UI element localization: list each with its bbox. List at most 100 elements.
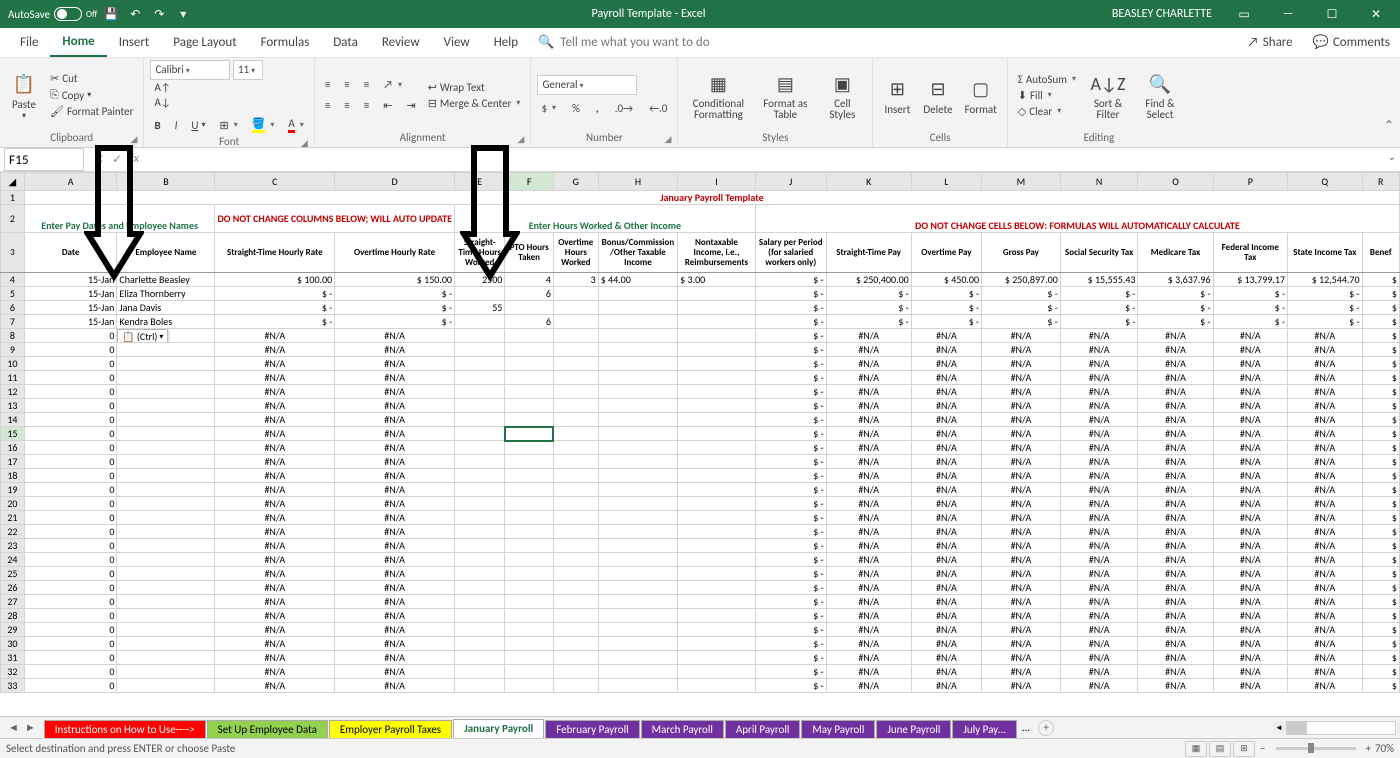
zoom-level[interactable]: 70% [1375,742,1394,755]
cell[interactable]: #N/A [1060,427,1138,441]
cell[interactable]: #N/A [826,399,911,413]
cell[interactable]: #N/A [826,539,911,553]
cell[interactable] [455,483,505,497]
cell[interactable]: $ - [982,287,1061,301]
cell[interactable]: $ - [982,315,1061,329]
cell[interactable]: $ - [1060,301,1138,315]
cell[interactable] [117,399,215,413]
sheet-tab-march[interactable]: March Payroll [641,720,724,738]
cell[interactable]: 0 [24,399,117,413]
cell[interactable]: #N/A [215,609,335,623]
cell[interactable]: $ - [1213,287,1288,301]
cell[interactable]: $ [1362,413,1399,427]
font-size-select[interactable]: 11 [233,60,263,80]
cell[interactable] [553,315,598,329]
cell[interactable]: #N/A [1213,399,1288,413]
col-header-R[interactable]: R [1362,173,1399,191]
cell[interactable] [505,427,554,441]
row-header[interactable]: 25 [1,567,25,581]
cell[interactable]: $ [1362,483,1399,497]
hdr-st-hours[interactable]: Straight-Time Hours Worked [455,233,505,273]
cell[interactable] [117,525,215,539]
cell[interactable]: $ - [755,371,826,385]
align-middle-icon[interactable]: ≡ [340,77,353,92]
decrease-font-icon[interactable]: A↓ [150,95,307,110]
cell[interactable]: #N/A [1060,497,1138,511]
cell[interactable] [678,483,756,497]
row-header[interactable]: 22 [1,525,25,539]
cell[interactable]: $ 3.00 [678,273,756,287]
cell[interactable] [598,357,677,371]
cell[interactable]: #N/A [1138,483,1213,497]
cell[interactable]: #N/A [1213,371,1288,385]
cell[interactable]: #N/A [1288,413,1363,427]
cell[interactable]: $ - [755,595,826,609]
cell[interactable] [455,427,505,441]
cell[interactable] [505,609,554,623]
cell[interactable]: $ [1362,595,1399,609]
cell[interactable]: #N/A [1288,511,1363,525]
cell[interactable]: #N/A [911,413,981,427]
cell[interactable]: #N/A [335,665,455,679]
cell[interactable] [598,539,677,553]
row-header[interactable]: 7 [1,315,25,329]
cell[interactable]: 6 [505,315,554,329]
cell[interactable] [598,595,677,609]
cell[interactable]: #N/A [335,483,455,497]
cell[interactable] [455,637,505,651]
cell[interactable]: #N/A [215,427,335,441]
sheet-tab-april[interactable]: April Payroll [725,720,801,738]
col-header-N[interactable]: N [1060,173,1138,191]
close-icon[interactable]: ✕ [1356,0,1396,28]
cell[interactable]: #N/A [1213,385,1288,399]
cell[interactable]: #N/A [335,455,455,469]
cell[interactable] [505,329,554,343]
cell[interactable]: 0 [24,329,117,343]
cell[interactable]: #N/A [982,581,1061,595]
cell[interactable]: #N/A [335,497,455,511]
fill-button[interactable]: ⬇Fill [1014,88,1080,103]
sheet-tab-february[interactable]: February Payroll [545,720,639,738]
cell[interactable]: #N/A [335,413,455,427]
font-name-select[interactable]: Calibri [150,60,230,80]
cell[interactable]: $ - [1288,287,1363,301]
cell[interactable]: $ - [755,329,826,343]
cell[interactable]: #N/A [1060,455,1138,469]
cell[interactable]: $ [1362,329,1399,343]
cell[interactable]: $ - [755,637,826,651]
cell[interactable] [678,679,756,693]
cell[interactable]: #N/A [335,623,455,637]
cell[interactable]: #N/A [1213,567,1288,581]
cell[interactable] [455,469,505,483]
currency-icon[interactable]: $ [537,101,560,116]
cell[interactable]: $ - [755,567,826,581]
cell[interactable]: #N/A [215,581,335,595]
cell[interactable] [598,427,677,441]
cell[interactable] [598,553,677,567]
cell[interactable]: $ - [755,525,826,539]
fill-color-button[interactable]: 🪣 [248,116,279,134]
tab-page-layout[interactable]: Page Layout [161,29,248,56]
row-header[interactable]: 4 [1,273,25,287]
cell[interactable]: $ 450.00 [911,273,981,287]
cell[interactable] [455,553,505,567]
cell[interactable]: #N/A [982,329,1061,343]
cell[interactable]: $ - [755,497,826,511]
cell[interactable]: 15-Jan [24,301,117,315]
cell[interactable] [455,651,505,665]
cell[interactable]: #N/A [215,357,335,371]
cell[interactable]: #N/A [1288,427,1363,441]
delete-cells-button[interactable]: ⊟Delete [919,73,956,118]
cell[interactable] [505,357,554,371]
cell[interactable] [117,665,215,679]
row-header[interactable]: 24 [1,553,25,567]
cell[interactable] [678,287,756,301]
cell[interactable] [553,357,598,371]
cell[interactable]: 3 [553,273,598,287]
cell[interactable]: #N/A [826,497,911,511]
cell[interactable]: #N/A [1138,595,1213,609]
cell[interactable]: #N/A [1213,329,1288,343]
tab-review[interactable]: Review [370,29,432,56]
cell[interactable]: $ [1362,469,1399,483]
cell[interactable]: #N/A [1213,441,1288,455]
